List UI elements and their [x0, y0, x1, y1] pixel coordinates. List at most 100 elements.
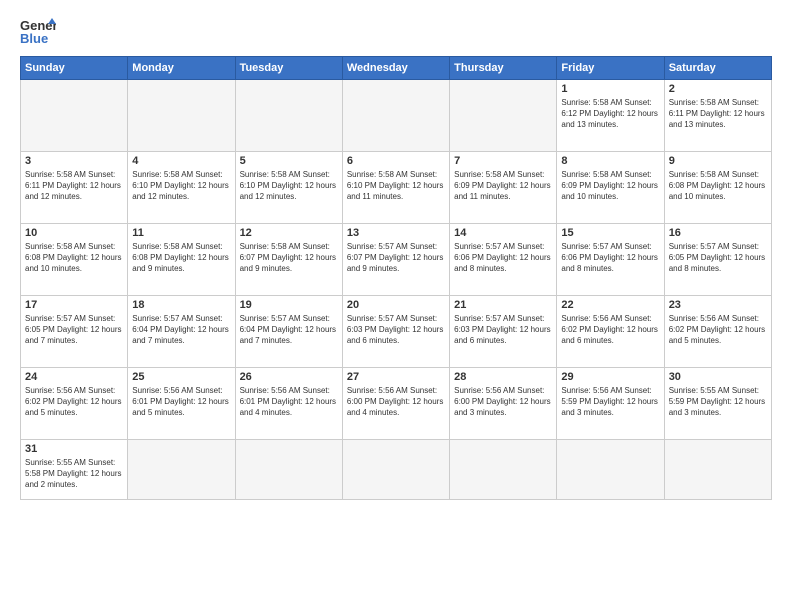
day-info: Sunrise: 5:57 AM Sunset: 6:05 PM Dayligh…: [669, 241, 767, 275]
calendar-week-row: 10 Sunrise: 5:58 AM Sunset: 6:08 PM Dayli…: [21, 224, 772, 296]
day-number: 9: [669, 155, 767, 167]
day-info: Sunrise: 5:55 AM Sunset: 5:59 PM Dayligh…: [669, 385, 767, 419]
day-number: 30: [669, 371, 767, 383]
day-number: 26: [240, 371, 338, 383]
calendar-cell: 1 Sunrise: 5:58 AM Sunset: 6:12 PM Daylig…: [557, 80, 664, 152]
day-number: 2: [669, 83, 767, 95]
calendar-week-row: 3Sunrise: 5:58 AM Sunset: 6:11 PM Daylig…: [21, 152, 772, 224]
calendar-cell: 9 Sunrise: 5:58 AM Sunset: 6:08 PM Daylig…: [664, 152, 771, 224]
day-number: 15: [561, 227, 659, 239]
calendar-cell: 23Sunrise: 5:56 AM Sunset: 6:02 PM Dayli…: [664, 296, 771, 368]
day-info: Sunrise: 5:57 AM Sunset: 6:04 PM Dayligh…: [240, 313, 338, 347]
day-info: Sunrise: 5:56 AM Sunset: 6:02 PM Dayligh…: [25, 385, 123, 419]
calendar-cell: 18Sunrise: 5:57 AM Sunset: 6:04 PM Dayli…: [128, 296, 235, 368]
col-header-wednesday: Wednesday: [342, 57, 449, 80]
day-info: Sunrise: 5:57 AM Sunset: 6:07 PM Dayligh…: [347, 241, 445, 275]
calendar-cell: 7 Sunrise: 5:58 AM Sunset: 6:09 PM Daylig…: [450, 152, 557, 224]
calendar-cell: 31Sunrise: 5:55 AM Sunset: 5:58 PM Dayli…: [21, 440, 128, 500]
col-header-friday: Friday: [557, 57, 664, 80]
calendar-cell: 25 Sunrise: 5:56 AM Sunset: 6:01 PM Dayli…: [128, 368, 235, 440]
calendar-week-row: 24Sunrise: 5:56 AM Sunset: 6:02 PM Dayli…: [21, 368, 772, 440]
calendar-cell: [235, 80, 342, 152]
day-number: 16: [669, 227, 767, 239]
calendar-cell: 21Sunrise: 5:57 AM Sunset: 6:03 PM Dayli…: [450, 296, 557, 368]
calendar-cell: 11 Sunrise: 5:58 AM Sunset: 6:08 PM Dayli…: [128, 224, 235, 296]
calendar-table: SundayMondayTuesdayWednesdayThursdayFrid…: [20, 56, 772, 500]
col-header-thursday: Thursday: [450, 57, 557, 80]
day-info: Sunrise: 5:56 AM Sunset: 6:02 PM Dayligh…: [561, 313, 659, 347]
day-number: 3: [25, 155, 123, 167]
day-number: 11: [132, 227, 230, 239]
day-info: Sunrise: 5:56 AM Sunset: 6:01 PM Dayligh…: [132, 385, 230, 419]
day-info: Sunrise: 5:58 AM Sunset: 6:10 PM Dayligh…: [347, 169, 445, 203]
calendar-week-row: 31Sunrise: 5:55 AM Sunset: 5:58 PM Dayli…: [21, 440, 772, 500]
calendar-cell: 2Sunrise: 5:58 AM Sunset: 6:11 PM Daylig…: [664, 80, 771, 152]
calendar-cell: 8Sunrise: 5:58 AM Sunset: 6:09 PM Daylig…: [557, 152, 664, 224]
day-info: Sunrise: 5:58 AM Sunset: 6:10 PM Dayligh…: [132, 169, 230, 203]
day-number: 5: [240, 155, 338, 167]
header: General Blue: [20, 16, 772, 46]
day-info: Sunrise: 5:58 AM Sunset: 6:07 PM Dayligh…: [240, 241, 338, 275]
day-info: Sunrise: 5:57 AM Sunset: 6:06 PM Dayligh…: [454, 241, 552, 275]
calendar-cell: 4 Sunrise: 5:58 AM Sunset: 6:10 PM Daylig…: [128, 152, 235, 224]
calendar-cell: 29 Sunrise: 5:56 AM Sunset: 5:59 PM Dayli…: [557, 368, 664, 440]
calendar-cell: [342, 80, 449, 152]
day-number: 10: [25, 227, 123, 239]
calendar-cell: 3Sunrise: 5:58 AM Sunset: 6:11 PM Daylig…: [21, 152, 128, 224]
calendar-cell: [557, 440, 664, 500]
day-number: 7: [454, 155, 552, 167]
calendar-cell: 15 Sunrise: 5:57 AM Sunset: 6:06 PM Dayli…: [557, 224, 664, 296]
col-header-tuesday: Tuesday: [235, 57, 342, 80]
day-number: 4: [132, 155, 230, 167]
calendar-cell: [664, 440, 771, 500]
day-number: 25: [132, 371, 230, 383]
logo: General Blue: [20, 16, 56, 46]
calendar-cell: [450, 80, 557, 152]
day-number: 17: [25, 299, 123, 311]
day-info: Sunrise: 5:56 AM Sunset: 5:59 PM Dayligh…: [561, 385, 659, 419]
day-info: Sunrise: 5:58 AM Sunset: 6:10 PM Dayligh…: [240, 169, 338, 203]
calendar-week-row: 1 Sunrise: 5:58 AM Sunset: 6:12 PM Daylig…: [21, 80, 772, 152]
calendar-cell: [21, 80, 128, 152]
calendar-cell: 12 Sunrise: 5:58 AM Sunset: 6:07 PM Dayli…: [235, 224, 342, 296]
day-info: Sunrise: 5:57 AM Sunset: 6:03 PM Dayligh…: [454, 313, 552, 347]
day-number: 29: [561, 371, 659, 383]
day-info: Sunrise: 5:58 AM Sunset: 6:09 PM Dayligh…: [454, 169, 552, 203]
day-number: 13: [347, 227, 445, 239]
day-info: Sunrise: 5:58 AM Sunset: 6:08 PM Dayligh…: [132, 241, 230, 275]
day-number: 12: [240, 227, 338, 239]
calendar-cell: 30 Sunrise: 5:55 AM Sunset: 5:59 PM Dayli…: [664, 368, 771, 440]
day-info: Sunrise: 5:58 AM Sunset: 6:08 PM Dayligh…: [25, 241, 123, 275]
calendar-cell: [128, 80, 235, 152]
day-number: 18: [132, 299, 230, 311]
calendar-cell: [235, 440, 342, 500]
day-info: Sunrise: 5:56 AM Sunset: 6:01 PM Dayligh…: [240, 385, 338, 419]
day-number: 6: [347, 155, 445, 167]
day-info: Sunrise: 5:58 AM Sunset: 6:08 PM Dayligh…: [669, 169, 767, 203]
calendar-cell: 14 Sunrise: 5:57 AM Sunset: 6:06 PM Dayli…: [450, 224, 557, 296]
calendar-cell: 26 Sunrise: 5:56 AM Sunset: 6:01 PM Dayli…: [235, 368, 342, 440]
calendar-cell: 5 Sunrise: 5:58 AM Sunset: 6:10 PM Daylig…: [235, 152, 342, 224]
day-info: Sunrise: 5:57 AM Sunset: 6:06 PM Dayligh…: [561, 241, 659, 275]
day-info: Sunrise: 5:57 AM Sunset: 6:05 PM Dayligh…: [25, 313, 123, 347]
calendar-page: General Blue SundayMondayTuesdayWednesda…: [0, 0, 792, 510]
calendar-cell: [342, 440, 449, 500]
day-number: 20: [347, 299, 445, 311]
svg-text:Blue: Blue: [20, 31, 48, 46]
calendar-cell: 28Sunrise: 5:56 AM Sunset: 6:00 PM Dayli…: [450, 368, 557, 440]
col-header-sunday: Sunday: [21, 57, 128, 80]
col-header-monday: Monday: [128, 57, 235, 80]
calendar-cell: 19 Sunrise: 5:57 AM Sunset: 6:04 PM Dayli…: [235, 296, 342, 368]
calendar-header-row: SundayMondayTuesdayWednesdayThursdayFrid…: [21, 57, 772, 80]
day-number: 19: [240, 299, 338, 311]
day-number: 14: [454, 227, 552, 239]
calendar-week-row: 17 Sunrise: 5:57 AM Sunset: 6:05 PM Dayli…: [21, 296, 772, 368]
day-info: Sunrise: 5:58 AM Sunset: 6:09 PM Dayligh…: [561, 169, 659, 203]
day-info: Sunrise: 5:56 AM Sunset: 6:02 PM Dayligh…: [669, 313, 767, 347]
generalblue-logo-icon: General Blue: [20, 16, 56, 46]
day-info: Sunrise: 5:56 AM Sunset: 6:00 PM Dayligh…: [454, 385, 552, 419]
day-info: Sunrise: 5:58 AM Sunset: 6:12 PM Dayligh…: [561, 97, 659, 131]
calendar-cell: 13 Sunrise: 5:57 AM Sunset: 6:07 PM Dayli…: [342, 224, 449, 296]
day-number: 1: [561, 83, 659, 95]
calendar-cell: 20Sunrise: 5:57 AM Sunset: 6:03 PM Dayli…: [342, 296, 449, 368]
